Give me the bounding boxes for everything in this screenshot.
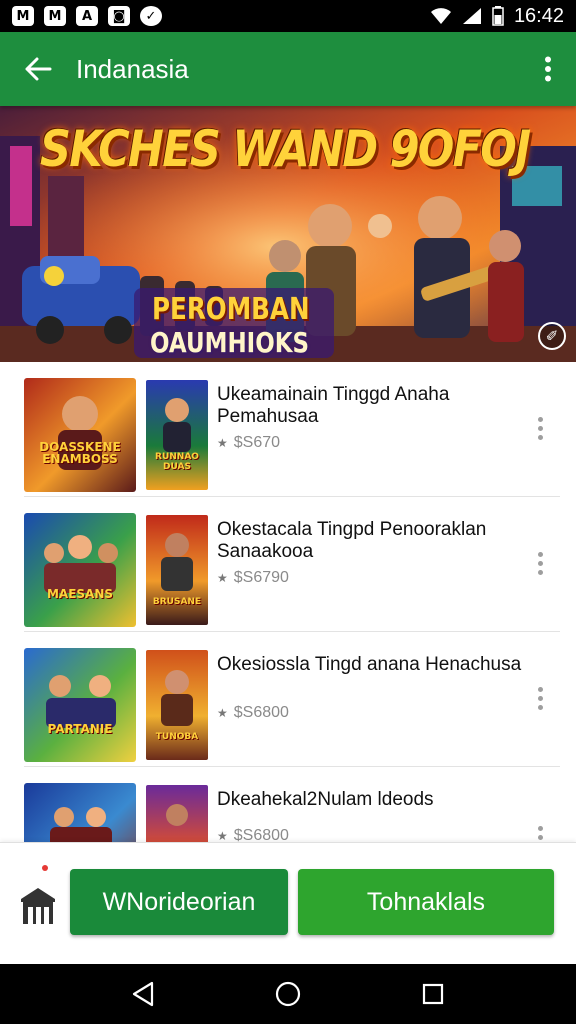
- star-icon: ★: [217, 829, 228, 842]
- store-button[interactable]: [18, 885, 58, 927]
- notification-dot: [42, 865, 48, 871]
- overflow-menu-button[interactable]: [520, 32, 576, 106]
- cover-artwork: [46, 675, 116, 728]
- cover-title: MAESANS: [46, 587, 114, 602]
- star-icon: ★: [217, 706, 228, 720]
- game-list: DOASSKENE ENAMBOSS RUNNAO DUAS Ukeamaina…: [0, 362, 576, 842]
- banner-subtitle: PEROMBAN: [152, 292, 310, 327]
- cover-artwork: [44, 535, 118, 593]
- clock: 16:42: [513, 4, 564, 27]
- game-cover-image: PARTANIE: [24, 648, 136, 762]
- triangle-back-icon: [132, 981, 153, 1007]
- square-recents-icon: [423, 983, 444, 1005]
- poster-artwork: [163, 398, 191, 452]
- poster-title: TUNOBA: [155, 731, 199, 742]
- circle-home-icon: [275, 981, 301, 1007]
- star-icon: ★: [217, 436, 228, 450]
- secondary-action-button[interactable]: Tohnaklals: [298, 869, 554, 935]
- price-value: $S6790: [233, 569, 289, 586]
- game-cover-image: [24, 783, 136, 842]
- poster-artwork: [166, 804, 188, 826]
- app-notification-icon: A: [76, 6, 98, 26]
- status-bar: M M A ◙ ✓ 16:42: [0, 0, 576, 32]
- item-price: ★ $S6800: [217, 704, 289, 722]
- price-value: $S6800: [233, 827, 289, 842]
- game-poster-image: TUNOBA: [146, 650, 208, 760]
- app-bar: Indanasia: [0, 32, 576, 106]
- more-vert-icon: [537, 686, 543, 710]
- notification-icons: M M A ◙ ✓: [12, 6, 162, 26]
- item-title: Okestacala Tingpd Penooraklan Sanaakooa: [217, 519, 487, 562]
- more-vert-icon: [545, 56, 551, 82]
- poster-artwork: [161, 670, 193, 726]
- edit-badge-icon[interactable]: ✐: [538, 322, 566, 350]
- game-cover-image: DOASSKENE ENAMBOSS: [24, 378, 136, 492]
- cover-artwork: [58, 396, 102, 470]
- promo-banner[interactable]: SKCHES WAND 9OFOJ PEROMBAN OAUMHIOKS ✐: [0, 106, 576, 362]
- item-price: ★ $S6790: [217, 569, 289, 587]
- banner-subtitle: OAUMHIOKS: [150, 326, 310, 359]
- nav-back-button[interactable]: [119, 970, 167, 1018]
- item-title: Ukeamainain Tinggd Anaha Pemahusaa: [217, 384, 450, 427]
- list-item[interactable]: MAESANS BRUSANE Okestacala Tingpd Penoor…: [24, 497, 560, 632]
- item-menu-button[interactable]: [528, 821, 552, 842]
- check-notification-icon: ✓: [140, 6, 162, 26]
- cover-title: PARTANIE: [47, 722, 113, 737]
- game-cover-image: MAESANS: [24, 513, 136, 627]
- list-item[interactable]: PARTANIE TUNOBA Okesiossla Tingd anana H…: [24, 632, 560, 767]
- price-value: $S6800: [233, 704, 289, 721]
- primary-action-button[interactable]: WNorideorian: [70, 869, 288, 935]
- system-nav-bar: [0, 964, 576, 1024]
- item-title: Dkeahekal2Nulam ldeods: [217, 789, 434, 810]
- store-icon: [21, 888, 55, 924]
- poster-title: RUNNAO DUAS: [155, 452, 199, 472]
- bottom-action-bar: WNorideorian Tohnaklals: [0, 842, 576, 964]
- list-item[interactable]: DOASSKENE ENAMBOSS RUNNAO DUAS Ukeamaina…: [24, 362, 560, 497]
- item-title: Okesiossla Tingd anana Henachusa: [217, 654, 522, 675]
- item-menu-button[interactable]: [528, 412, 552, 444]
- page-title: Indanasia: [76, 53, 189, 84]
- gmail-notification-icon: M: [44, 6, 66, 26]
- wifi-icon: [430, 8, 451, 24]
- star-icon: ★: [217, 571, 228, 585]
- banner-title: SKCHES WAND 9OFOJ: [40, 120, 531, 178]
- game-poster-image: RUNNAO DUAS: [146, 380, 208, 490]
- list-item[interactable]: Dkeahekal2Nulam ldeods ★ $S6800: [24, 767, 560, 842]
- item-menu-button[interactable]: [528, 682, 552, 714]
- signal-icon: [462, 8, 481, 24]
- item-menu-button[interactable]: [528, 547, 552, 579]
- item-price: ★ $S6800: [217, 827, 289, 842]
- gmail-notification-icon: M: [12, 6, 34, 26]
- price-value: $S670: [233, 434, 281, 451]
- battery-icon: [492, 6, 504, 26]
- game-poster-image: BRUSANE: [146, 515, 208, 625]
- arrow-left-icon: [25, 57, 52, 81]
- nav-home-button[interactable]: [264, 970, 312, 1018]
- item-price: ★ $S670: [217, 434, 280, 452]
- game-poster-image: [146, 785, 208, 842]
- more-vert-icon: [537, 551, 543, 575]
- poster-artwork: [161, 533, 193, 591]
- more-vert-icon: [537, 416, 543, 440]
- cover-title: DOASSKENE ENAMBOSS: [39, 439, 121, 467]
- more-vert-icon: [537, 825, 543, 843]
- poster-title: BRUSANE: [152, 596, 202, 607]
- camera-notification-icon: ◙: [108, 6, 130, 26]
- nav-recents-button[interactable]: [409, 970, 457, 1018]
- back-button[interactable]: [0, 32, 76, 106]
- cover-artwork: [50, 807, 112, 842]
